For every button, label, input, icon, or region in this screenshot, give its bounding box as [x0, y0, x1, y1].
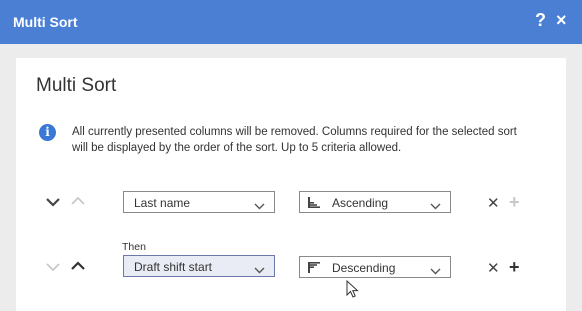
chevron-up-icon — [71, 196, 85, 205]
info-message: All currently presented columns will be … — [72, 126, 517, 154]
add-criterion-button: + — [509, 192, 520, 212]
column-select-value: Draft shift start — [134, 260, 213, 274]
dialog-title: Multi Sort — [13, 14, 78, 30]
info-icon: i — [39, 124, 56, 141]
add-criterion-button[interactable]: + — [509, 258, 520, 276]
column-select[interactable]: Last name — [123, 191, 275, 213]
chevron-up-icon — [71, 261, 85, 270]
page-title: Multi Sort — [36, 75, 117, 96]
move-down-button[interactable] — [46, 197, 60, 207]
column-select[interactable]: Draft shift start — [123, 255, 275, 277]
sort-ascending-icon — [307, 196, 321, 212]
dialog-titlebar: Multi Sort ? × — [0, 0, 582, 44]
chevron-down-icon — [254, 263, 265, 277]
order-select-value: Descending — [332, 261, 396, 275]
remove-criterion-button[interactable]: ✕ — [487, 194, 500, 212]
sort-descending-icon — [307, 261, 321, 277]
order-select-value: Ascending — [332, 196, 389, 210]
chevron-down-icon — [46, 263, 60, 272]
remove-criterion-button[interactable]: ✕ — [487, 259, 500, 277]
mouse-cursor-icon — [346, 279, 360, 305]
close-icon[interactable]: × — [556, 10, 567, 31]
help-icon[interactable]: ? — [535, 10, 546, 31]
chevron-down-icon — [46, 198, 60, 207]
column-select-value: Last name — [134, 196, 191, 210]
chevron-down-icon — [254, 199, 265, 213]
order-select[interactable]: Descending — [299, 256, 451, 278]
move-up-button[interactable] — [71, 261, 85, 271]
then-label: Then — [122, 241, 146, 253]
chevron-down-icon — [430, 264, 441, 278]
chevron-down-icon — [430, 199, 441, 213]
order-select[interactable]: Ascending — [299, 191, 451, 213]
move-down-button — [46, 262, 60, 272]
move-up-button — [71, 196, 85, 206]
